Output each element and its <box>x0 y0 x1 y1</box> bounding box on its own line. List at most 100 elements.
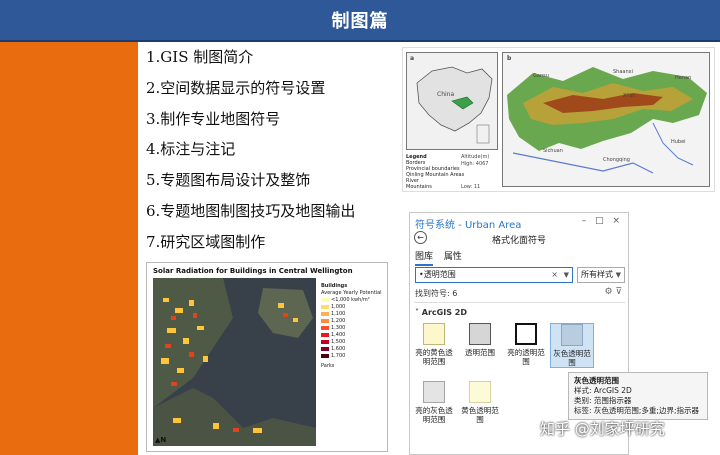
legend-swatch <box>321 304 329 309</box>
symbol-swatch <box>423 381 445 403</box>
legend-label: 1,100 <box>331 311 346 317</box>
topic-item-5[interactable]: 5.专题图布局设计及整饰 <box>146 171 355 202</box>
china-inset-map: a China <box>406 52 498 150</box>
pane-tabs: 图库 属性 <box>415 249 470 266</box>
topic-item-6[interactable]: 6.专题地图制图技巧及地图输出 <box>146 202 355 233</box>
page-header: 制图篇 <box>0 0 720 40</box>
legend-label: 1,400 <box>331 332 346 338</box>
main-panel-label: b <box>507 55 512 62</box>
search-value: •透明范围 <box>419 270 456 279</box>
legend-swatch <box>321 297 329 302</box>
style-filter-dropdown[interactable]: 所有样式 ▼ <box>577 267 625 283</box>
page-title: 制图篇 <box>331 11 389 32</box>
divider <box>414 302 625 303</box>
legend-swatch <box>321 353 329 358</box>
topic-item-4[interactable]: 4.标注与注记 <box>146 140 355 171</box>
tab-properties[interactable]: 属性 <box>444 249 462 264</box>
solar-legend-item: 1,100 <box>321 311 383 318</box>
symbol-tooltip: 灰色透明范围 样式: ArcGIS 2D 类别: 范围指示器 标签: 灰色透明范… <box>568 372 708 420</box>
symbol-label: 亮的灰色透明范围 <box>415 406 453 424</box>
tooltip-style: 样式: ArcGIS 2D <box>574 386 632 395</box>
study-area-figure: a China b Gansu Shaanxi Henan Sichuan Hu… <box>402 47 715 192</box>
solar-legend-item: 1,600 <box>321 346 383 353</box>
symbol-tile[interactable]: 灰色透明范围 <box>550 323 594 368</box>
solar-legend-items: <1,000 kwh/m² 1,000 1,100 1,200 1,300 1,400 1,… <box>321 297 383 360</box>
solar-legend-item: 1,300 <box>321 325 383 332</box>
symbol-label: 灰色透明范围 <box>553 349 591 367</box>
solar-map-title: Solar Radiation for Buildings in Central… <box>153 267 353 275</box>
chevron-down-icon[interactable]: ▼ <box>564 268 569 282</box>
solar-legend-item: 1,200 <box>321 318 383 325</box>
symbol-label: 亮的透明范围 <box>507 348 545 366</box>
clear-icon[interactable]: × <box>551 268 558 282</box>
solar-legend-item: 1,000 <box>321 304 383 311</box>
elevation-high: High: 4067 <box>461 161 489 167</box>
group-header[interactable]: ˅ ArcGIS 2D <box>415 308 467 317</box>
city-buildings-graphic <box>153 278 316 446</box>
solar-legend-title: Buildings <box>321 283 348 289</box>
symbol-tile[interactable]: 黄色透明范围 <box>458 381 502 424</box>
legend-label: <1,000 kwh/m² <box>331 297 370 303</box>
side-accent-bar <box>0 42 138 455</box>
symbol-tile[interactable]: 透明范围 <box>458 323 502 357</box>
topic-item-7[interactable]: 7.研究区域图制作 <box>146 233 355 264</box>
solar-legend-parks: Parks <box>321 363 335 369</box>
symbol-tile[interactable]: 亮的黄色透明范围 <box>412 323 456 366</box>
elevation-low: Low: 11 <box>461 184 481 190</box>
place-sichuan: Sichuan <box>543 148 563 154</box>
symbol-tile[interactable]: 亮的灰色透明范围 <box>412 381 456 424</box>
chevron-down-icon: ▼ <box>615 271 621 279</box>
dem-elevation-map: b Gansu Shaanxi Henan Sichuan Hubei Chon… <box>502 52 710 187</box>
pane-title: 符号系统 - Urban Area <box>415 220 522 231</box>
topic-item-2[interactable]: 2.空间数据显示的符号设置 <box>146 79 355 110</box>
elevation-title: Altitude(m) <box>461 154 490 160</box>
legend-label: 1,700 <box>331 353 346 359</box>
symbol-swatch <box>515 323 537 345</box>
solar-map-frame <box>153 278 316 446</box>
symbol-swatch <box>469 323 491 345</box>
tooltip-category: 类别: 范围指示器 <box>574 396 632 405</box>
legend-swatch <box>321 325 329 330</box>
north-label: N <box>160 436 167 444</box>
legend-mountains: Mountains <box>406 184 432 190</box>
group-label: ArcGIS 2D <box>421 308 467 317</box>
symbol-tile[interactable]: 亮的透明范围 <box>504 323 548 366</box>
legend-swatch <box>321 339 329 344</box>
place-xian: Xi'an <box>623 93 636 99</box>
topic-item-1[interactable]: 1.GIS 制图简介 <box>146 48 355 79</box>
north-arrow-icon: ▲N <box>155 436 167 444</box>
symbol-swatch <box>561 324 583 346</box>
topic-list: 1.GIS 制图简介 2.空间数据显示的符号设置 3.制作专业地图符号 4.标注… <box>146 48 355 264</box>
legend-label: 1,300 <box>331 325 346 331</box>
china-outline-graphic <box>416 66 493 144</box>
solar-legend-subtitle: Average Yearly Potential <box>321 290 382 296</box>
filter-icon[interactable]: ⚙ ⊽ <box>604 287 622 297</box>
legend-swatch <box>321 311 329 316</box>
tab-gallery[interactable]: 图库 <box>415 249 434 266</box>
style-filter-value: 所有样式 <box>581 270 613 279</box>
solar-legend-item: 1,400 <box>321 332 383 339</box>
legend-label: 1,600 <box>331 346 346 352</box>
place-hubei: Hubei <box>671 139 686 145</box>
tooltip-title: 灰色透明范围 <box>574 376 619 385</box>
inset-country-label: China <box>437 91 455 98</box>
legend-swatch <box>321 332 329 337</box>
pane-subtitle: 格式化面符号 <box>491 236 546 246</box>
place-gansu: Gansu <box>533 73 549 79</box>
topic-item-3[interactable]: 3.制作专业地图符号 <box>146 110 355 141</box>
inset-panel-label: a <box>410 55 415 62</box>
legend-swatch <box>321 346 329 351</box>
solar-legend-item: <1,000 kwh/m² <box>321 297 383 304</box>
place-shaanxi: Shaanxi <box>613 69 633 75</box>
legend-label: 1,200 <box>331 318 346 324</box>
symbol-label: 亮的黄色透明范围 <box>415 348 453 366</box>
solar-legend: Buildings Average Yearly Potential <1,00… <box>321 283 383 370</box>
symbol-search-input[interactable]: •透明范围 × ▼ <box>415 267 573 283</box>
symbol-label: 黄色透明范围 <box>461 406 499 424</box>
place-henan: Henan <box>675 75 692 81</box>
legend-swatch <box>321 318 329 323</box>
pane-window-controls[interactable]: – □ × <box>582 216 623 226</box>
legend-label: 1,500 <box>331 339 346 345</box>
legend-label: 1,000 <box>331 304 346 310</box>
watermark: 知乎 @刘家坪研究 <box>540 420 665 438</box>
